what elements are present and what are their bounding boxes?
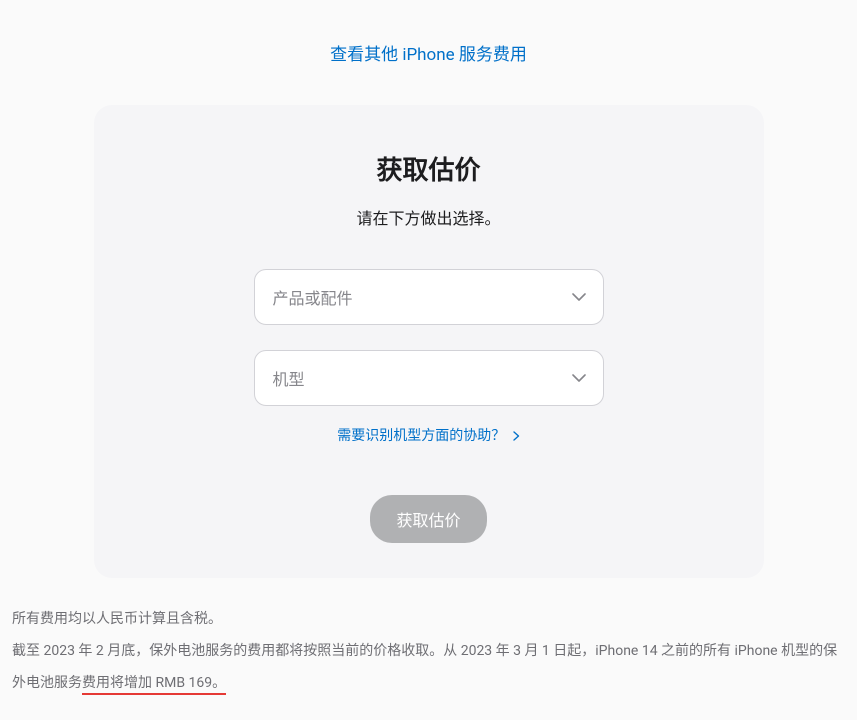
identify-model-help-link[interactable]: 需要识别机型方面的协助？: [337, 428, 519, 444]
footer-note-1: 所有费用均以人民币计算且含税。: [12, 603, 845, 635]
model-select[interactable]: 机型: [254, 350, 604, 406]
card-subtitle: 请在下方做出选择。: [144, 205, 714, 229]
help-link-label: 需要识别机型方面的协助？: [337, 428, 505, 444]
estimate-card: 获取估价 请在下方做出选择。 产品或配件 机型 需要识别机型方面的协助？ 获取估…: [94, 105, 764, 578]
product-accessory-select[interactable]: 产品或配件: [254, 269, 604, 325]
card-title: 获取估价: [144, 150, 714, 187]
get-estimate-button[interactable]: 获取估价: [370, 495, 486, 543]
price-increase-highlight: 费用将增加 RMB 169。: [82, 675, 226, 695]
chevron-right-icon: [513, 431, 520, 441]
other-iphone-services-link[interactable]: 查看其他 iPhone 服务费用: [330, 45, 527, 65]
footer-note-2: 截至 2023 年 2 月底，保外电池服务的费用都将按照当前的价格收取。从 20…: [12, 635, 845, 699]
